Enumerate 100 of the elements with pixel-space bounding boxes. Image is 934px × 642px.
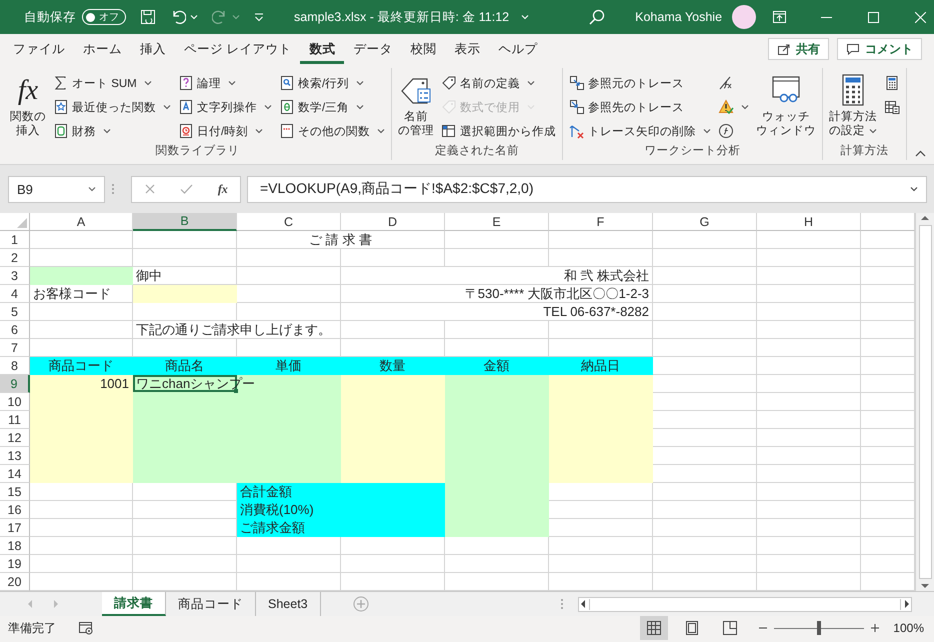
ribbon-button[interactable]: 参照先のトレース [567, 96, 713, 118]
sheet-cell[interactable]: 〒530-**** 大阪市北区〇〇1-2-3 [341, 285, 653, 303]
sheet-cell[interactable] [133, 537, 237, 555]
sheet-cell[interactable] [445, 555, 549, 573]
sheet-cell[interactable] [30, 537, 133, 555]
sheet-cell[interactable] [341, 537, 445, 555]
sheet-cell[interactable] [30, 231, 133, 249]
sheet-cell[interactable] [237, 249, 341, 267]
sheet-tab[interactable]: 請求書 [102, 592, 166, 616]
sheet-cell[interactable] [757, 303, 861, 321]
sheet-cell[interactable] [549, 537, 653, 555]
sheet-cell[interactable] [30, 555, 133, 573]
row-header[interactable]: 12 [0, 429, 30, 447]
row-header[interactable]: 2 [0, 249, 30, 267]
sheet-cell[interactable] [757, 393, 861, 411]
row-header[interactable]: 19 [0, 555, 30, 573]
ribbon-button[interactable]: トレース矢印の削除 [567, 120, 713, 142]
sheet-cell[interactable] [549, 231, 653, 249]
sheet-cell[interactable] [757, 429, 861, 447]
sheet-cell[interactable] [133, 249, 237, 267]
sheet-cell[interactable] [133, 231, 237, 249]
ribbon-large-button[interactable]: fx 関数の 挿入 [8, 72, 48, 143]
sheet-cell[interactable] [653, 519, 757, 537]
sheet-cell[interactable]: 単価 [237, 357, 341, 375]
redo-button[interactable] [212, 9, 240, 25]
sheet-cell[interactable] [237, 267, 341, 285]
ribbon-button[interactable]: 文字列操作 [176, 96, 274, 118]
collapse-ribbon-button[interactable] [915, 150, 926, 158]
ribbon-button[interactable]: 論理 [176, 72, 274, 94]
sheet-cell[interactable] [757, 465, 861, 483]
ribbon-button[interactable]: 財務 [51, 120, 173, 142]
row-header[interactable]: 7 [0, 339, 30, 357]
row-header[interactable]: 8 [0, 357, 30, 375]
enter-button[interactable] [180, 183, 194, 195]
ribbon-button[interactable]: 数学/三角 [277, 96, 387, 118]
sheet-cell[interactable]: 1001 [30, 375, 133, 393]
sheet-cell[interactable] [549, 519, 653, 537]
ribbon-button[interactable]: 最近使った関数 [51, 96, 173, 118]
customize-button[interactable] [254, 12, 264, 22]
view-button[interactable] [640, 616, 668, 640]
sheet-cell[interactable] [757, 249, 861, 267]
ribbon-tab[interactable]: データ [344, 34, 402, 64]
sheet-cell[interactable] [757, 357, 861, 375]
sheet-cell[interactable] [341, 249, 445, 267]
sheet-cell[interactable] [653, 339, 757, 357]
row-header[interactable]: 18 [0, 537, 30, 555]
ribbon-button[interactable]: 日付/時刻 [176, 120, 274, 142]
ribbon-tab[interactable]: ページ レイアウト [175, 34, 300, 64]
sheet-cell[interactable] [653, 465, 757, 483]
sheet-cell[interactable] [237, 537, 341, 555]
ribbon-tab[interactable]: ファイル [4, 34, 74, 64]
row-header[interactable]: 4 [0, 285, 30, 303]
sheet-cell[interactable] [133, 303, 237, 321]
ribbon-tab[interactable]: ヘルプ [489, 34, 546, 64]
formula-field[interactable]: =VLOOKUP(A9,商品コード!$A$2:$C$7,2,0) [247, 176, 927, 202]
sheet-cell[interactable] [653, 537, 757, 555]
sheet-cell[interactable] [757, 537, 861, 555]
sheet-cell[interactable] [445, 537, 549, 555]
column-header[interactable]: A [30, 213, 133, 231]
zoom-level[interactable]: 100% [880, 621, 934, 635]
column-header[interactable]: E [445, 213, 549, 231]
sheet-cell[interactable] [30, 519, 133, 537]
ribbon-tab[interactable]: 表示 [445, 34, 490, 64]
ribbon-tab[interactable]: ホーム [74, 34, 131, 64]
row-header[interactable]: 13 [0, 447, 30, 465]
row-header[interactable]: 3 [0, 267, 30, 285]
column-header[interactable]: B [133, 213, 237, 231]
select-all-corner[interactable] [0, 213, 30, 231]
sheet-cell[interactable] [653, 231, 757, 249]
sheet-cell[interactable] [757, 411, 861, 429]
row-header[interactable]: 11 [0, 411, 30, 429]
sheet-cell[interactable] [757, 321, 861, 339]
sheet-cell[interactable] [445, 249, 549, 267]
sheet-cell[interactable] [445, 321, 549, 339]
sheet-cell[interactable] [653, 555, 757, 573]
search-button[interactable] [589, 9, 606, 25]
row-header[interactable]: 9 [0, 375, 30, 393]
column-header[interactable]: D [341, 213, 445, 231]
sheet-cell[interactable] [30, 303, 133, 321]
avatar[interactable] [732, 5, 756, 29]
sheet-cell[interactable] [757, 519, 861, 537]
sheet-cell[interactable] [30, 483, 133, 501]
sheet-cell[interactable] [653, 249, 757, 267]
sheet-cell[interactable] [757, 555, 861, 573]
sheet-cell[interactable] [757, 339, 861, 357]
sheet-cell[interactable]: ご請求金額 [237, 519, 341, 537]
sheet-cell[interactable] [653, 393, 757, 411]
sheet-cell[interactable] [237, 285, 341, 303]
sheet-cell[interactable] [757, 231, 861, 249]
name-box[interactable]: B9 [8, 176, 105, 202]
sheet-cell[interactable]: 下記の通りご請求申し上げます。 [133, 321, 341, 339]
insert-function-button[interactable]: fx [218, 182, 228, 196]
row-header[interactable]: 14 [0, 465, 30, 483]
sheet-cell[interactable] [653, 483, 757, 501]
ribbon-button[interactable]: 検索/行列 [277, 72, 387, 94]
share-button[interactable]: 共有 [768, 38, 829, 60]
ribbon-tab[interactable]: 校閲 [401, 34, 446, 64]
ribbon-button[interactable]: 選択範囲から作成 [439, 120, 558, 142]
column-header[interactable] [861, 213, 915, 231]
sheet-cell[interactable]: 合計金額 [237, 483, 341, 501]
